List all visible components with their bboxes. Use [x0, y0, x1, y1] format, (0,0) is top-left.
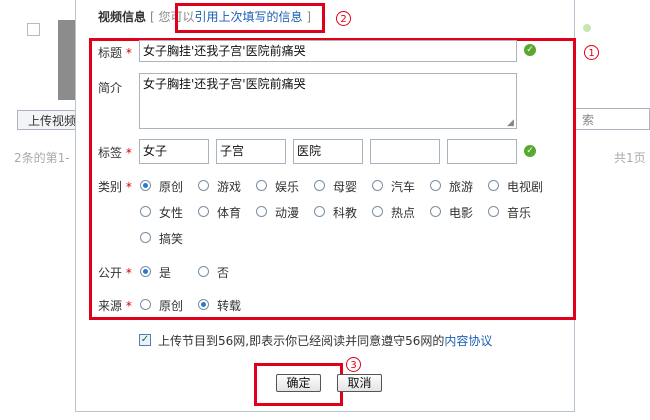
category-radio-redian[interactable] — [372, 206, 383, 217]
category-option-label: 体育 — [217, 206, 242, 220]
public-label: 公开 * — [98, 266, 132, 280]
category-option-label: 娱乐 — [275, 180, 300, 194]
tag-input-1[interactable]: 女子 — [139, 139, 209, 164]
category-radio-dianying[interactable] — [430, 206, 441, 217]
source-option-label: 转载 — [217, 299, 242, 313]
agree-text: 上传节目到56网,即表示你已经阅读并同意遵守56网的内容协议 — [158, 334, 493, 348]
category-option-label: 女性 — [159, 206, 184, 220]
background-page-count: 共1页 — [614, 151, 646, 165]
intro-textarea[interactable]: 女子胸挂'还我子宫'医院前痛哭 — [139, 73, 517, 129]
background-search-input[interactable]: 索 — [575, 108, 650, 130]
annotation-number-3: 3 — [346, 357, 361, 372]
annotation-number-2: 2 — [336, 11, 351, 26]
category-radio-dongman[interactable] — [256, 206, 267, 217]
public-radio-yes[interactable] — [140, 266, 151, 277]
check-icon: ✓ — [524, 44, 536, 56]
category-radio-lvyou[interactable] — [430, 180, 441, 191]
category-radio-yule[interactable] — [256, 180, 267, 191]
category-radio-kejiao[interactable] — [314, 206, 325, 217]
confirm-button[interactable]: 确定 — [276, 374, 321, 392]
public-option-label: 否 — [217, 266, 230, 280]
tag-input-2[interactable]: 子宫 — [216, 139, 286, 164]
category-radio-muying[interactable] — [314, 180, 325, 191]
category-option-label: 电影 — [449, 206, 474, 220]
tag-input-5[interactable] — [447, 139, 517, 164]
annotation-number-1: 1 — [584, 45, 599, 60]
category-option-label: 音乐 — [507, 206, 532, 220]
category-radio-yuanchuang[interactable] — [140, 180, 151, 191]
category-radio-qiche[interactable] — [372, 180, 383, 191]
source-option-label: 原创 — [159, 299, 184, 313]
source-radio-repost[interactable] — [198, 299, 209, 310]
category-option-label: 旅游 — [449, 180, 474, 194]
category-radio-gaoxiao[interactable] — [140, 232, 151, 243]
category-option-label: 原创 — [159, 180, 184, 194]
tag-input-3[interactable]: 医院 — [293, 139, 363, 164]
tag-input-4[interactable] — [370, 139, 440, 164]
background-result-count: 2条的第1- — [14, 151, 70, 165]
public-radio-no[interactable] — [198, 266, 209, 277]
category-option-label: 母婴 — [333, 180, 358, 194]
check-icon: ✓ — [524, 145, 536, 157]
category-option-label: 动漫 — [275, 206, 300, 220]
intro-label: 简介 — [98, 81, 123, 95]
cancel-button[interactable]: 取消 — [337, 374, 382, 392]
category-radio-nvxing[interactable] — [140, 206, 151, 217]
section-title: 视频信息 — [98, 10, 147, 24]
category-radio-tiyu[interactable] — [198, 206, 209, 217]
public-option-label: 是 — [159, 266, 172, 280]
category-option-label: 搞笑 — [159, 232, 184, 246]
category-option-label: 汽车 — [391, 180, 416, 194]
title-input[interactable]: 女子胸挂'还我子宫'医院前痛哭 — [139, 40, 517, 62]
category-radio-yinyue[interactable] — [488, 206, 499, 217]
background-video-thumbnail — [58, 20, 76, 100]
category-radio-youxi[interactable] — [198, 180, 209, 191]
content-agreement-link[interactable]: 内容协议 — [444, 334, 492, 348]
category-label: 类别 * — [98, 180, 132, 194]
source-label: 来源 * — [98, 299, 132, 313]
annotation-box-2 — [175, 3, 325, 33]
category-option-label: 科教 — [333, 206, 358, 220]
background-status-icon — [583, 24, 591, 32]
background-row-checkbox[interactable] — [27, 23, 40, 36]
tags-label: 标签 * — [98, 146, 132, 160]
category-option-label: 游戏 — [217, 180, 242, 194]
agree-checkbox[interactable]: ✓ — [139, 334, 151, 346]
title-label: 标题 * — [98, 46, 132, 60]
source-radio-original[interactable] — [140, 299, 151, 310]
resize-grip-icon[interactable]: ◢ — [507, 118, 514, 128]
category-option-label: 热点 — [391, 206, 416, 220]
category-radio-dianshiju[interactable] — [488, 180, 499, 191]
category-option-label: 电视剧 — [507, 180, 544, 194]
